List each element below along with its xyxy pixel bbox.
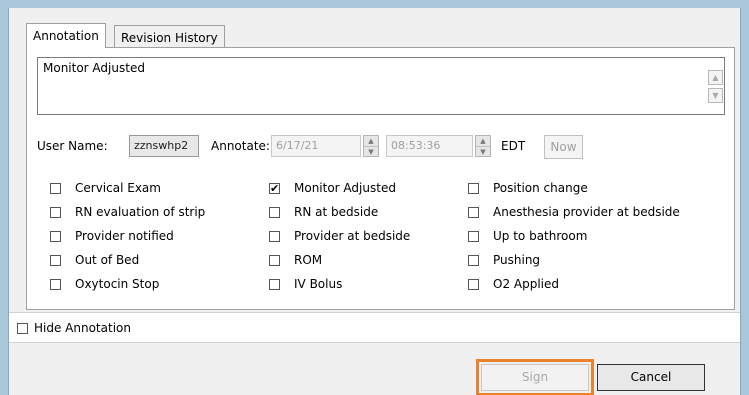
checkbox-label: Anesthesia provider at bedside xyxy=(493,205,680,219)
checkbox[interactable] xyxy=(269,230,280,242)
checkbox-label: Provider notified xyxy=(75,229,174,243)
sign-button[interactable]: Sign xyxy=(476,359,594,395)
checkbox[interactable] xyxy=(269,278,280,290)
hide-annotation-checkbox[interactable] xyxy=(17,322,28,334)
spin-up-icon[interactable]: ▲ xyxy=(364,136,378,147)
tab-annotation-label: Annotation xyxy=(33,29,99,43)
checkbox-label: IV Bolus xyxy=(294,277,343,291)
hide-annotation-label: Hide Annotation xyxy=(34,321,131,335)
checkbox-item[interactable]: Pushing xyxy=(468,253,540,267)
annotation-dialog: Annotation Revision History Monitor Adju… xyxy=(8,8,741,395)
checkbox-label: ROM xyxy=(294,253,323,267)
hide-annotation-option[interactable]: Hide Annotation xyxy=(17,321,131,335)
checkbox-label: Monitor Adjusted xyxy=(294,181,396,195)
now-button[interactable]: Now xyxy=(544,135,583,159)
checkbox-item[interactable]: ROM xyxy=(269,253,322,267)
checkbox[interactable] xyxy=(468,278,479,290)
checkbox-item[interactable]: Position change xyxy=(468,181,588,195)
timezone-label: EDT xyxy=(501,139,526,153)
scroll-up-icon[interactable]: ▲ xyxy=(708,70,723,85)
annotate-date-field[interactable]: 6/17/21 xyxy=(271,135,361,157)
annotate-label: Annotate: xyxy=(211,139,270,153)
annotate-time-field[interactable]: 08:53:36 xyxy=(386,135,473,157)
checkbox[interactable] xyxy=(50,206,61,218)
scroll-down-icon[interactable]: ▼ xyxy=(708,88,723,103)
spin-down-icon[interactable]: ▼ xyxy=(476,147,490,157)
checkbox-label: O2 Applied xyxy=(493,277,560,291)
tab-revision-history-label: Revision History xyxy=(121,31,218,45)
checkbox-item[interactable]: O2 Applied xyxy=(468,277,559,291)
checkbox-item[interactable]: Oxytocin Stop xyxy=(50,277,159,291)
checkbox[interactable] xyxy=(50,254,61,266)
checkbox-label: Pushing xyxy=(493,253,541,267)
checkbox-label: Out of Bed xyxy=(75,253,140,267)
time-spinner[interactable]: ▲ ▼ xyxy=(475,135,491,157)
checkbox-item[interactable]: Provider notified xyxy=(50,229,174,243)
checkbox-label: RN at bedside xyxy=(294,205,379,219)
annotation-text-area[interactable]: Monitor Adjusted ▲ ▼ xyxy=(37,57,725,115)
checkbox-item[interactable]: Cervical Exam xyxy=(50,181,161,195)
checkbox-label: RN evaluation of strip xyxy=(75,205,206,219)
checkbox-item[interactable]: RN evaluation of strip xyxy=(50,205,205,219)
checkbox-label: Up to bathroom xyxy=(493,229,588,243)
checkbox-label: Oxytocin Stop xyxy=(75,277,160,291)
checkbox[interactable] xyxy=(50,230,61,242)
tab-annotation[interactable]: Annotation xyxy=(26,23,106,48)
checkbox-item[interactable]: RN at bedside xyxy=(269,205,378,219)
user-name-field: zznswhp2 xyxy=(129,135,199,157)
checkbox-label: Position change xyxy=(493,181,588,195)
checkbox-item[interactable]: Anesthesia provider at bedside xyxy=(468,205,680,219)
checkbox[interactable] xyxy=(50,182,61,194)
checkbox-label: Provider at bedside xyxy=(294,229,411,243)
checkbox-item[interactable]: Out of Bed xyxy=(50,253,139,267)
checkbox-item[interactable]: IV Bolus xyxy=(269,277,342,291)
tab-revision-history[interactable]: Revision History xyxy=(114,25,225,48)
checkbox[interactable] xyxy=(269,254,280,266)
user-name-label: User Name: xyxy=(37,139,108,153)
checkbox[interactable] xyxy=(269,206,280,218)
date-spinner[interactable]: ▲ ▼ xyxy=(363,135,379,157)
hide-annotation-row: Hide Annotation xyxy=(9,312,740,343)
checkbox[interactable] xyxy=(468,182,479,194)
spin-down-icon[interactable]: ▼ xyxy=(364,147,378,157)
annotation-text: Monitor Adjusted xyxy=(43,61,145,75)
cancel-button[interactable]: Cancel xyxy=(597,364,705,391)
checkbox-label: Cervical Exam xyxy=(75,181,161,195)
checkbox-item[interactable]: Provider at bedside xyxy=(269,229,410,243)
checkbox-item[interactable]: Up to bathroom xyxy=(468,229,587,243)
checkbox[interactable] xyxy=(50,278,61,290)
spin-up-icon[interactable]: ▲ xyxy=(476,136,490,147)
checkbox[interactable] xyxy=(468,230,479,242)
checkbox[interactable] xyxy=(468,254,479,266)
annotation-panel: Monitor Adjusted ▲ ▼ User Name: zznswhp2… xyxy=(26,47,735,310)
checkbox[interactable]: ✔ xyxy=(269,182,280,194)
checkbox[interactable] xyxy=(468,206,479,218)
checkbox-item[interactable]: ✔ Monitor Adjusted xyxy=(269,181,396,195)
